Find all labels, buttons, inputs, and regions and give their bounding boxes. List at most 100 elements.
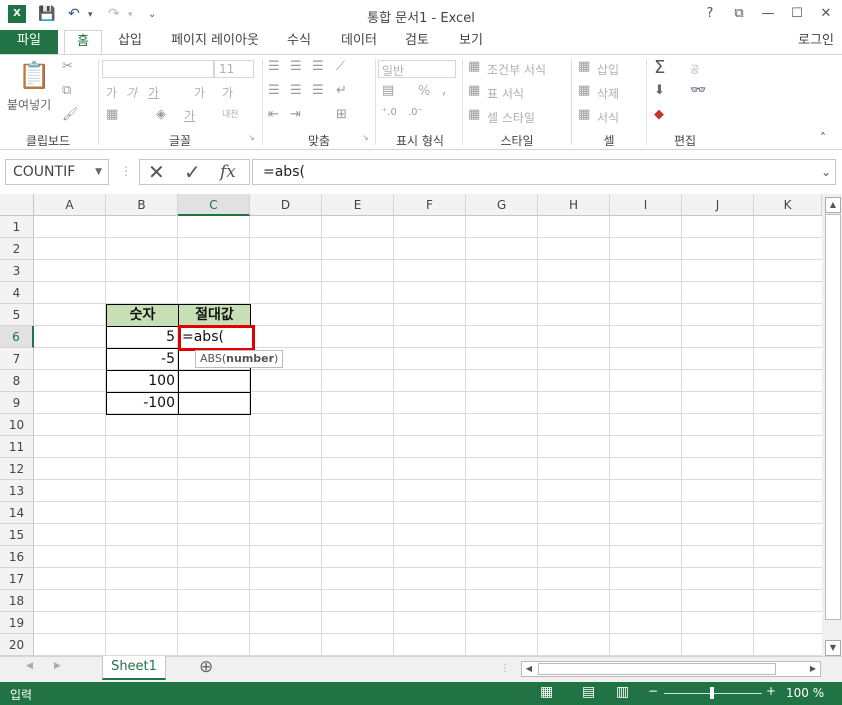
conditional-format-icon[interactable]: ▦ (468, 59, 480, 74)
find-select-icon[interactable]: 👓 (690, 83, 706, 98)
delete-cells-button[interactable]: 삭제 (597, 85, 619, 102)
select-all-corner[interactable] (0, 194, 34, 216)
underline-button[interactable]: 가 (148, 84, 159, 101)
format-painter-icon[interactable]: 🖌 (62, 107, 79, 122)
delete-cells-icon[interactable]: ▦ (578, 83, 590, 98)
format-cells-button[interactable]: 서식 (597, 109, 619, 126)
row-header-7[interactable]: 7 (0, 348, 34, 370)
cut-icon[interactable]: ✂ (62, 59, 73, 74)
tab-page-layout[interactable]: 페이지 레이아웃 (160, 30, 270, 54)
ribbon-display-button[interactable]: ⧉ (727, 4, 751, 24)
align-left-icon[interactable]: ☰ (268, 83, 280, 98)
copy-icon[interactable]: ⧉ (62, 83, 71, 98)
zoom-slider-thumb[interactable] (710, 687, 714, 699)
row-header-8[interactable]: 8 (0, 370, 34, 392)
tab-split-grip-icon[interactable]: ⋮ (500, 663, 510, 674)
row-header-13[interactable]: 13 (0, 480, 34, 502)
grow-font-button[interactable]: 가 (194, 84, 205, 101)
font-color-button[interactable]: 가 (184, 107, 195, 124)
format-table-icon[interactable]: ▦ (468, 83, 480, 98)
cell-B8[interactable]: 100 (106, 370, 179, 393)
close-button[interactable]: ✕ (814, 4, 838, 24)
wrap-text-icon[interactable]: ↵ (336, 83, 347, 98)
row-header-6[interactable]: 6 (0, 326, 34, 348)
accounting-format-icon[interactable]: ▤ (382, 83, 394, 98)
horizontal-scrollbar[interactable]: ◀ ▶ (521, 661, 821, 677)
row-header-2[interactable]: 2 (0, 238, 34, 260)
page-layout-view-icon[interactable]: ▤ (582, 684, 595, 700)
tooltip-arg[interactable]: number (226, 352, 274, 365)
cell-C9[interactable] (178, 392, 251, 415)
column-header-K[interactable]: K (754, 194, 822, 216)
cell-styles-icon[interactable]: ▦ (468, 107, 480, 122)
column-header-D[interactable]: D (250, 194, 322, 216)
cell-C5[interactable]: 절대값 (178, 304, 251, 327)
zoom-out-icon[interactable]: − (648, 684, 658, 698)
fill-icon[interactable]: ⬇ (654, 83, 665, 98)
decrease-decimal-icon[interactable]: .0⁻ (408, 107, 423, 118)
format-cells-icon[interactable]: ▦ (578, 107, 590, 122)
row-header-20[interactable]: 20 (0, 634, 34, 656)
cell-C8[interactable] (178, 370, 251, 393)
column-header-H[interactable]: H (538, 194, 610, 216)
column-header-G[interactable]: G (466, 194, 538, 216)
increase-decimal-icon[interactable]: ⁺.0 (382, 107, 397, 118)
enter-icon[interactable]: ✓ (184, 160, 201, 184)
align-right-icon[interactable]: ☰ (312, 83, 324, 98)
orientation-icon[interactable]: ⟋ (336, 59, 345, 74)
percent-button[interactable]: % (418, 84, 430, 99)
insert-cells-button[interactable]: 삽입 (597, 61, 619, 78)
row-header-9[interactable]: 9 (0, 392, 34, 414)
normal-view-icon[interactable]: ▦ (540, 684, 553, 700)
minimize-button[interactable]: — (756, 4, 780, 24)
column-header-A[interactable]: A (34, 194, 106, 216)
font-size-combo[interactable]: 11 (214, 60, 254, 78)
bold-button[interactable]: 가 (106, 84, 117, 101)
column-header-F[interactable]: F (394, 194, 466, 216)
scroll-left-icon[interactable]: ◀ (522, 662, 536, 676)
zoom-in-icon[interactable]: + (766, 684, 776, 698)
cell-B9[interactable]: -100 (106, 392, 179, 415)
insert-cells-icon[interactable]: ▦ (578, 59, 590, 74)
sheet-next-icon[interactable]: ▶ (54, 661, 61, 671)
paste-button[interactable]: 붙여넣기 (7, 96, 51, 113)
shrink-font-button[interactable]: 가 (222, 84, 233, 101)
font-dialog-launcher-icon[interactable]: ↘ (248, 133, 255, 142)
expand-formula-bar-icon[interactable]: ⌄ (821, 160, 831, 184)
autosum-icon[interactable]: Σ (654, 57, 665, 78)
help-button[interactable]: ? (698, 4, 722, 24)
clear-icon[interactable]: ◆ (654, 107, 664, 122)
column-header-E[interactable]: E (322, 194, 394, 216)
sort-filter-button[interactable]: 공 (690, 61, 699, 76)
row-header-12[interactable]: 12 (0, 458, 34, 480)
row-header-3[interactable]: 3 (0, 260, 34, 282)
font-name-combo[interactable] (102, 60, 214, 78)
column-header-J[interactable]: J (682, 194, 754, 216)
tab-home[interactable]: 홈 (64, 30, 102, 55)
row-header-4[interactable]: 4 (0, 282, 34, 304)
column-header-C[interactable]: C (178, 194, 250, 216)
tab-formulas[interactable]: 수식 (276, 30, 322, 54)
cell-styles-button[interactable]: 셀 스타일 (487, 109, 535, 126)
row-header-17[interactable]: 17 (0, 568, 34, 590)
zoom-level[interactable]: 100 % (786, 686, 824, 700)
decrease-indent-icon[interactable]: ⇤ (268, 107, 279, 122)
format-table-button[interactable]: 표 서식 (487, 85, 524, 102)
formula-input[interactable]: =abs(⌄ (252, 159, 836, 185)
align-center-icon[interactable]: ☰ (290, 83, 302, 98)
cell-B7[interactable]: -5 (106, 348, 179, 371)
cell-B5[interactable]: 숫자 (106, 304, 179, 327)
page-break-view-icon[interactable]: ▥ (616, 684, 629, 700)
alignment-dialog-launcher-icon[interactable]: ↘ (362, 133, 369, 142)
name-box[interactable]: COUNTIF ▼ (5, 159, 109, 185)
row-header-11[interactable]: 11 (0, 436, 34, 458)
signin-link[interactable]: 로그인 (790, 30, 842, 54)
align-top-icon[interactable]: ☰ (268, 59, 280, 74)
maximize-button[interactable]: ☐ (785, 4, 809, 24)
horizontal-scroll-thumb[interactable] (538, 663, 776, 675)
tab-data[interactable]: 데이터 (330, 30, 388, 54)
tab-review[interactable]: 검토 (394, 30, 440, 54)
merge-center-icon[interactable]: ⊞ (336, 107, 347, 122)
collapse-ribbon-icon[interactable]: ˄ (820, 131, 826, 145)
active-cell-editor[interactable]: =abs( (178, 325, 255, 351)
